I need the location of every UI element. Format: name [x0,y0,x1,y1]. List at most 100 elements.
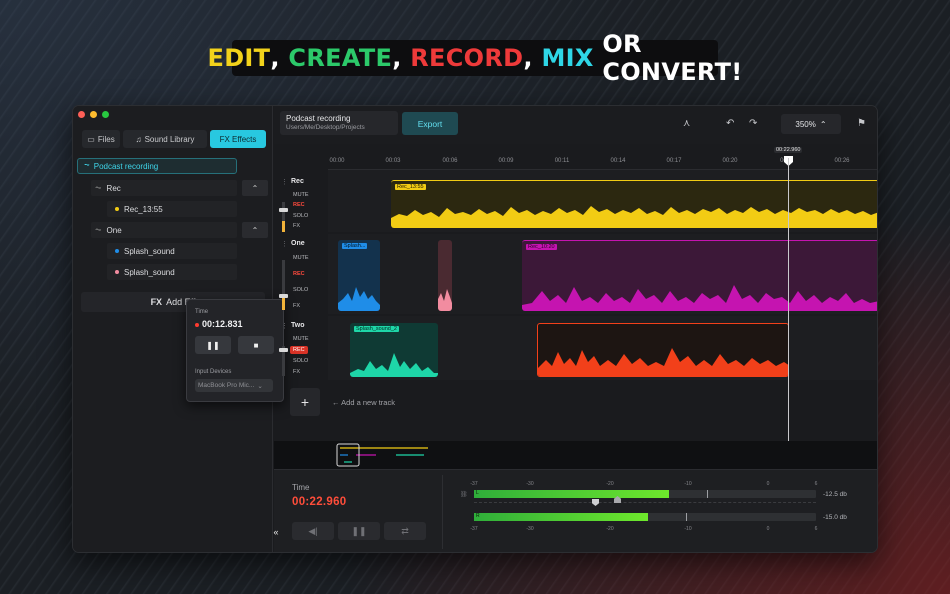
tree-item-splash-2[interactable]: Splash_sound [107,264,237,280]
audio-clip[interactable] [537,323,789,377]
tab-sound-library[interactable]: ♫ Sound Library [123,130,207,148]
meter-peak [686,513,688,521]
fx-button[interactable]: FX [293,223,300,229]
add-track-button[interactable]: + [290,388,320,416]
close-window-button[interactable] [78,111,85,118]
track-header-rec: ⋮ Rec MUTE REC SOLO FX [274,176,328,232]
audio-clip[interactable]: Splash_sound_2 [350,323,438,377]
waveform [350,353,438,377]
tree-item-splash-1[interactable]: Splash_sound [107,243,237,259]
waveform [438,289,452,311]
ruler-tick: 00:26 [834,158,850,164]
input-device-select[interactable]: MacBook Pro Mic... ⌄ [195,379,273,392]
fx-button[interactable]: FX [293,369,300,375]
audio-clip[interactable] [438,240,452,311]
headline-mix: MIX [541,44,594,72]
fader-level [282,221,285,232]
project-path: Users/Me/Desktop/Projects [286,124,365,131]
track-lane-two[interactable]: Splash_sound_2 [328,316,877,380]
export-button[interactable]: Export [402,112,458,135]
solo-button[interactable]: SOLO [293,358,308,364]
meter-fill: R [474,513,649,521]
balance-knob[interactable] [592,499,599,506]
record-arm-button[interactable]: REC [293,271,305,277]
chevron-up-icon[interactable]: ⌃ [242,180,268,196]
waveform-icon: ⏦ [95,183,102,192]
item-name: Splash_sound [124,267,175,277]
track-lane-rec[interactable]: Rec_13:55 [328,170,877,232]
redo-icon[interactable]: ↷ [749,118,757,129]
record-arm-button[interactable]: REC [293,202,305,208]
color-dot [115,249,119,253]
meter-scale-label: -30 [526,526,534,532]
item-name: Splash_sound [124,246,175,256]
drag-handle-icon[interactable]: ⋮ [281,322,288,330]
mute-button[interactable]: MUTE [293,255,309,261]
loop-button[interactable]: ⇄ [384,522,426,540]
mute-button[interactable]: MUTE [293,336,309,342]
audio-clip[interactable]: Splash... [338,240,380,311]
stop-recording-button[interactable]: ■ [238,336,274,354]
meter-scale-label: -10 [684,526,692,532]
timeline-ruler[interactable]: 00:00 00:03 00:06 00:09 00:11 00:14 00:1… [328,156,877,170]
meter-peak [706,490,708,498]
fader-knob[interactable] [279,348,288,352]
tab-label: Files [97,134,115,144]
mute-button[interactable]: MUTE [293,192,309,198]
headline-banner: EDIT, CREATE, RECORD, MIX OR CONVERT! [208,30,743,86]
volume-fader[interactable] [279,202,288,232]
minimize-window-button[interactable] [90,111,97,118]
solo-button[interactable]: SOLO [293,287,308,293]
pause-icon: ❚❚ [206,340,220,350]
ruler-tick: 00:20 [722,158,738,164]
timeline-overview[interactable] [274,441,877,469]
pause-recording-button[interactable]: ❚❚ [195,336,231,354]
track-lane-one[interactable]: Splash... Rec_10:20 [328,234,877,314]
audio-clip[interactable]: Rec_10:20 [522,240,877,311]
project-item[interactable]: ⏦ Podcast recording [77,158,237,174]
tab-fx-effects[interactable]: FX Effects [210,130,266,148]
split-icon[interactable]: ⋏ [683,118,690,129]
add-track-hint: ← Add a new track [332,398,395,407]
meter-scale-label: 0 [766,526,770,532]
item-name: Rec_13:55 [124,204,163,214]
zoom-select[interactable]: 350% ⌃ [781,114,841,134]
project-tree: ⏦ Podcast recording ⏦ Rec ⌃ Rec_13:55 ⏦ … [77,158,269,298]
project-info: Podcast recording Users/Me/Desktop/Proje… [280,111,398,135]
transport-time-label: Time [292,483,310,492]
level-meter-left: L [474,490,816,498]
tree-item-rec-1355[interactable]: Rec_13:55 [107,201,237,217]
tree-group-one[interactable]: ⏦ One [91,222,237,238]
meter-fill: L [474,490,669,498]
fader-knob[interactable] [279,208,288,212]
volume-fader[interactable] [279,346,288,376]
fader-knob[interactable] [279,294,288,298]
record-arm-button[interactable]: REC [290,346,308,354]
drag-handle-icon[interactable]: ⋮ [281,178,288,186]
add-marker-icon[interactable]: ⚑ [857,118,866,129]
meter-scale-label: 0 [766,481,770,487]
fx-button[interactable]: FX [293,303,300,309]
audio-clip[interactable]: Rec_13:55 [391,180,877,228]
solo-button[interactable]: SOLO [293,213,308,219]
meter-scale-label: -30 [526,481,534,487]
collapse-sidebar-icon[interactable]: « [269,525,283,539]
tab-label: Sound Library [144,134,195,144]
pause-button[interactable]: ❚❚ [338,522,380,540]
undo-icon[interactable]: ↶ [726,118,734,129]
tree-group-rec[interactable]: ⏦ Rec [91,180,237,196]
volume-fader[interactable] [279,260,288,310]
zoom-window-button[interactable] [102,111,109,118]
track-header-one: ⋮ One MUTE REC SOLO FX [274,238,328,314]
ruler-tick: 00:17 [666,158,682,164]
skip-back-button[interactable]: ◀| [292,522,334,540]
chevron-up-icon[interactable]: ⌃ [242,222,268,238]
level-meter-right: R [474,513,816,521]
window-controls [78,111,109,118]
tab-files[interactable]: ▭ Files [82,130,120,148]
color-dot [115,207,119,211]
drag-handle-icon[interactable]: ⋮ [281,240,288,248]
meter-scale-label: -37 [470,526,478,532]
zoom-value: 350% [795,119,816,129]
link-channels-icon[interactable]: ⛓ [460,491,468,498]
